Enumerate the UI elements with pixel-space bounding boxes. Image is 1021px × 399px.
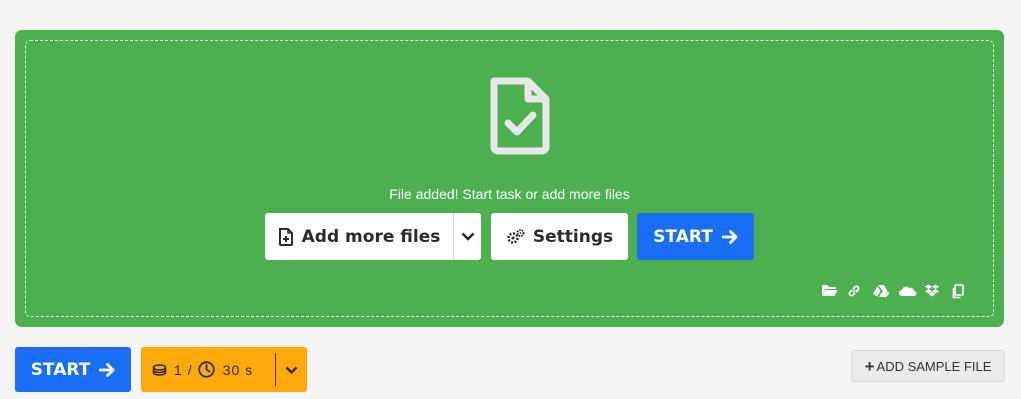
link-icon[interactable] xyxy=(847,284,863,298)
time-value: 30 s xyxy=(222,361,254,378)
dropzone-border: File added! Start task or add more files… xyxy=(25,40,994,317)
start-button[interactable]: START xyxy=(637,213,754,260)
settings-button[interactable]: Settings xyxy=(491,213,628,260)
coins-icon xyxy=(152,363,167,376)
credits-info: 1 / 30 s xyxy=(141,347,253,392)
dropbox-icon[interactable] xyxy=(925,284,941,298)
chevron-down-icon xyxy=(461,232,474,241)
bottom-start-label: START xyxy=(30,359,91,380)
clock-icon xyxy=(197,361,215,378)
credits-time-indicator[interactable]: 1 / 30 s xyxy=(141,347,307,392)
bottom-start-button[interactable]: START xyxy=(15,347,131,392)
folder-icon[interactable] xyxy=(821,284,838,298)
arrow-right-icon xyxy=(721,229,738,244)
add-sample-file-button[interactable]: + ADD SAMPLE FILE xyxy=(851,350,1005,382)
add-sample-file-label: ADD SAMPLE FILE xyxy=(876,358,992,374)
file-plus-icon xyxy=(278,227,293,246)
credits-separator: / xyxy=(187,361,192,378)
add-files-dropdown-button[interactable] xyxy=(453,213,481,260)
gears-icon xyxy=(507,228,525,244)
credits-count: 1 xyxy=(174,361,182,378)
google-drive-icon[interactable] xyxy=(873,284,889,298)
settings-label: Settings xyxy=(532,226,614,247)
plus-icon: + xyxy=(864,356,875,376)
start-label: START xyxy=(653,226,713,247)
file-check-icon xyxy=(490,77,550,155)
file-dropzone[interactable]: File added! Start task or add more files… xyxy=(15,30,1004,327)
arrow-right-icon xyxy=(99,362,115,377)
chevron-down-icon xyxy=(285,366,298,374)
clipboard-icon[interactable] xyxy=(951,284,967,299)
add-more-files-button[interactable]: Add more files xyxy=(265,213,453,260)
onedrive-icon[interactable] xyxy=(899,284,917,298)
credits-dropdown-button[interactable] xyxy=(276,347,307,392)
action-buttons: Add more files Settings START xyxy=(265,213,754,260)
add-more-files-label: Add more files xyxy=(301,226,441,247)
file-source-icons xyxy=(821,284,967,299)
status-message: File added! Start task or add more files xyxy=(389,186,630,202)
